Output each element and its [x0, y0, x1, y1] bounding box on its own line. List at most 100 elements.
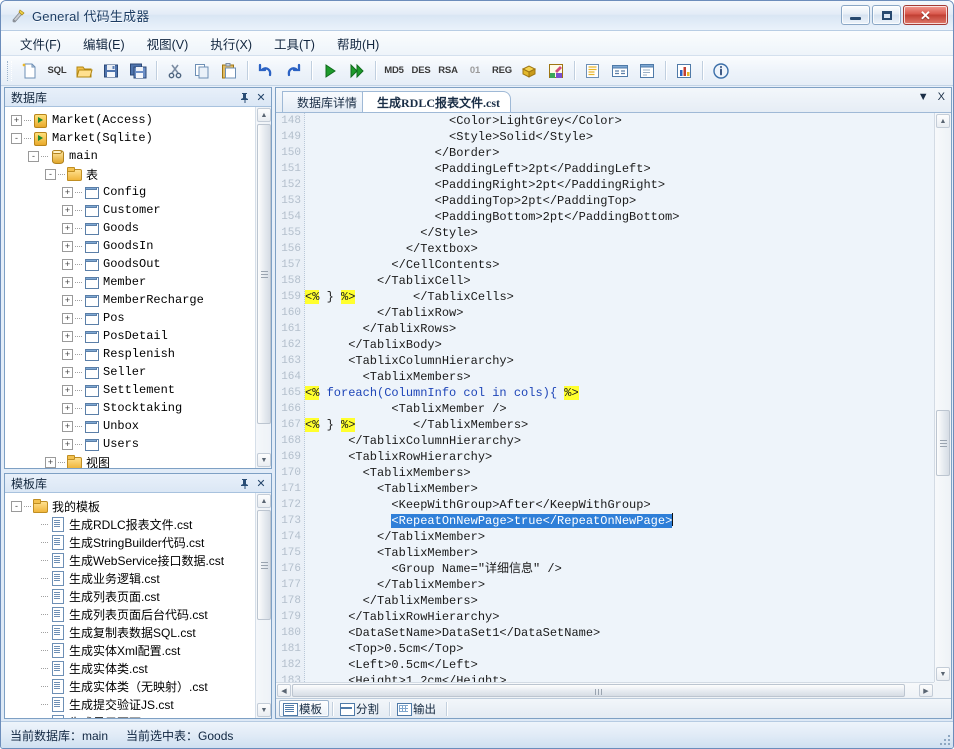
tree-item[interactable]: +Customer	[7, 201, 271, 219]
collapse-icon[interactable]: -	[45, 169, 56, 180]
code-window-icon[interactable]	[580, 59, 606, 83]
scroll-left-icon[interactable]: ◀	[277, 684, 291, 697]
tree-item[interactable]: 生成WebService接口数据.cst	[7, 551, 271, 569]
tree-item[interactable]: -表	[7, 165, 271, 183]
tree-item[interactable]: 生成列表页面.cst	[7, 587, 271, 605]
undo-icon[interactable]	[253, 59, 279, 83]
code-line[interactable]: <TablixMembers>	[305, 369, 934, 385]
tree-item[interactable]: +PosDetail	[7, 327, 271, 345]
tree-item[interactable]: -我的模板	[7, 497, 271, 515]
bottom-tab-output[interactable]: 输出	[393, 700, 443, 717]
scroll-thumb[interactable]	[292, 684, 905, 697]
expand-icon[interactable]: +	[62, 295, 73, 306]
scroll-thumb[interactable]	[257, 124, 271, 424]
menu-item-file[interactable]: 文件(F)	[9, 31, 72, 56]
bottom-tab-template[interactable]: 模板	[279, 700, 329, 717]
tree-item[interactable]: +Users	[7, 435, 271, 453]
code-editor[interactable]: 1481491501511521531541551561571581591601…	[276, 113, 951, 682]
editor-horizontal-scrollbar[interactable]: ◀ ▶	[276, 682, 934, 698]
code-line[interactable]: </CellContents>	[305, 257, 934, 273]
tree-item[interactable]: +Resplenish	[7, 345, 271, 363]
menu-item-run[interactable]: 执行(X)	[199, 31, 263, 56]
code-line[interactable]: <PaddingBottom>2pt</PaddingBottom>	[305, 209, 934, 225]
expand-icon[interactable]: +	[62, 259, 73, 270]
save-icon[interactable]	[98, 59, 124, 83]
package-icon[interactable]	[516, 59, 542, 83]
expand-icon[interactable]: +	[62, 313, 73, 324]
pin-icon[interactable]	[237, 476, 251, 490]
rsa-button[interactable]: RSA	[435, 59, 461, 83]
scroll-up-icon[interactable]: ▲	[257, 108, 271, 122]
code-line[interactable]: </Border>	[305, 145, 934, 161]
collapse-icon[interactable]: -	[11, 133, 22, 144]
tab-close-icon[interactable]: X	[938, 91, 945, 103]
expand-icon[interactable]: +	[62, 223, 73, 234]
tree-item[interactable]: +Pos	[7, 309, 271, 327]
code-line[interactable]: <% } %> </TablixCells>	[305, 289, 934, 305]
tree-item[interactable]: +视图	[7, 453, 271, 468]
code-line[interactable]: <% } %> </TablixMembers>	[305, 417, 934, 433]
code-line[interactable]: <TablixMembers>	[305, 465, 934, 481]
about-icon[interactable]	[708, 59, 734, 83]
maximize-button[interactable]	[872, 5, 901, 25]
code-line[interactable]: </TablixMember>	[305, 529, 934, 545]
tree-item[interactable]: -main	[7, 147, 271, 165]
binary-button[interactable]: 01	[462, 59, 488, 83]
sql-icon[interactable]: SQL	[44, 59, 70, 83]
expand-icon[interactable]: +	[62, 277, 73, 288]
code-line[interactable]: <Left>0.5cm</Left>	[305, 657, 934, 673]
code-line[interactable]: <Style>Solid</Style>	[305, 129, 934, 145]
tree-item[interactable]: +GoodsOut	[7, 255, 271, 273]
tree-item[interactable]: 生成显示页面.cst	[7, 713, 271, 718]
expand-icon[interactable]: +	[62, 187, 73, 198]
collapse-icon[interactable]: -	[11, 501, 22, 512]
code-line[interactable]: <TablixMember />	[305, 401, 934, 417]
tree-item[interactable]: +Stocktaking	[7, 399, 271, 417]
database-tree-scrollbar[interactable]: ▲ ▼	[255, 107, 271, 468]
expand-icon[interactable]: +	[62, 385, 73, 396]
expand-icon[interactable]: +	[62, 367, 73, 378]
expand-icon[interactable]: +	[62, 241, 73, 252]
tree-item[interactable]: 生成列表页面后台代码.cst	[7, 605, 271, 623]
redo-icon[interactable]	[280, 59, 306, 83]
preview-icon[interactable]	[634, 59, 660, 83]
menu-item-tools[interactable]: 工具(T)	[263, 31, 326, 56]
code-line[interactable]: </TablixBody>	[305, 337, 934, 353]
scroll-thumb[interactable]	[936, 410, 950, 476]
scroll-up-icon[interactable]: ▲	[257, 494, 271, 508]
code-line[interactable]: </TablixColumnHierarchy>	[305, 433, 934, 449]
resize-grip[interactable]	[938, 733, 950, 745]
regex-button[interactable]: REG	[489, 59, 515, 83]
expand-icon[interactable]: +	[62, 349, 73, 360]
code-line[interactable]: </Textbox>	[305, 241, 934, 257]
code-line[interactable]: </TablixRowHierarchy>	[305, 609, 934, 625]
code-line[interactable]: </TablixMembers>	[305, 593, 934, 609]
scroll-right-icon[interactable]: ▶	[919, 684, 933, 697]
tab-rdlc-template[interactable]: 生成RDLC报表文件.cst	[362, 91, 511, 112]
code-line[interactable]: <Color>LightGrey</Color>	[305, 113, 934, 129]
expand-icon[interactable]: +	[62, 331, 73, 342]
scroll-down-icon[interactable]: ▼	[257, 703, 271, 717]
database-tree[interactable]: +Market(Access)-Market(Sqlite)-main-表+Co…	[5, 107, 271, 468]
expand-icon[interactable]: +	[62, 421, 73, 432]
code-line[interactable]: </TablixMember>	[305, 577, 934, 593]
tree-item[interactable]: 生成实体类.cst	[7, 659, 271, 677]
tree-item[interactable]: 生成实体类（无映射）.cst	[7, 677, 271, 695]
code-line[interactable]: <PaddingLeft>2pt</PaddingLeft>	[305, 161, 934, 177]
code-line[interactable]: <KeepWithGroup>After</KeepWithGroup>	[305, 497, 934, 513]
code-line[interactable]: <TablixMember>	[305, 545, 934, 561]
tree-item[interactable]: +Market(Access)	[7, 111, 271, 129]
menu-item-edit[interactable]: 编辑(E)	[72, 31, 136, 56]
code-line[interactable]: <PaddingRight>2pt</PaddingRight>	[305, 177, 934, 193]
pin-icon[interactable]	[237, 90, 251, 104]
tree-item[interactable]: -Market(Sqlite)	[7, 129, 271, 147]
code-line[interactable]: <DataSetName>DataSet1</DataSetName>	[305, 625, 934, 641]
code-line[interactable]: </TablixRows>	[305, 321, 934, 337]
cut-icon[interactable]	[162, 59, 188, 83]
tree-item[interactable]: +MemberRecharge	[7, 291, 271, 309]
expand-icon[interactable]: +	[45, 457, 56, 468]
editor-vertical-scrollbar[interactable]: ▲ ▼	[934, 113, 951, 682]
code-line[interactable]: <TablixRowHierarchy>	[305, 449, 934, 465]
paste-icon[interactable]	[216, 59, 242, 83]
chart-icon[interactable]	[671, 59, 697, 83]
